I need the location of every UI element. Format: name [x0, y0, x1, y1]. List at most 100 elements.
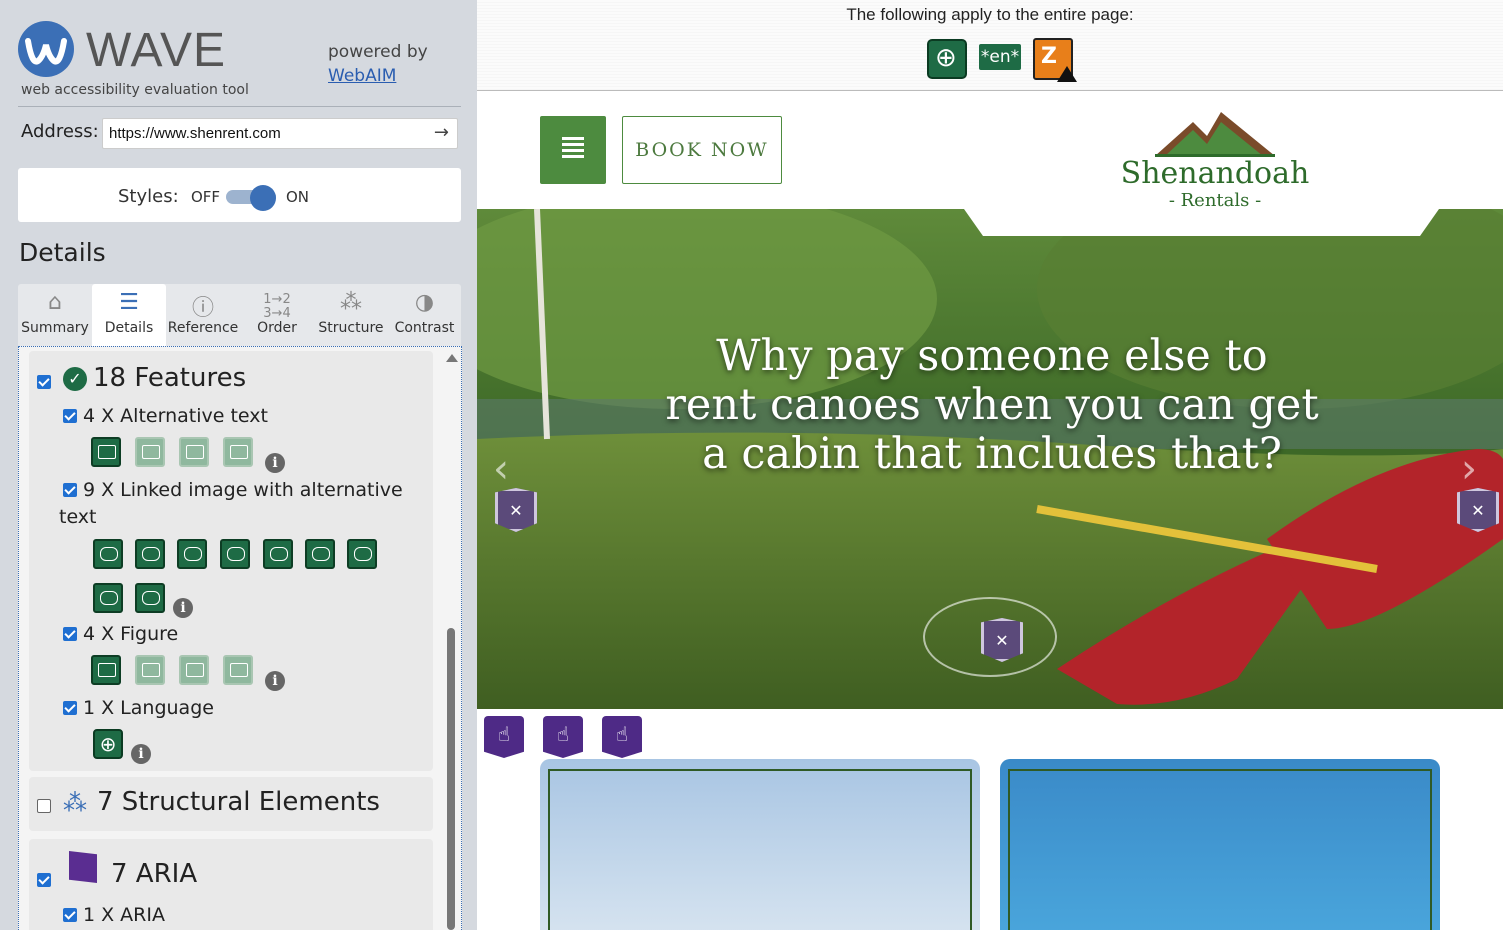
content-card-image[interactable]: [540, 759, 980, 930]
slider-prev-icon[interactable]: ‹: [493, 446, 509, 492]
mountain-logo-icon: [1155, 112, 1275, 157]
check-circle-icon: ✓: [63, 367, 87, 391]
aria-item-checkbox[interactable]: [63, 908, 77, 922]
aria-hidden-icon[interactable]: ✕: [981, 618, 1023, 662]
alt-text-icon[interactable]: [179, 437, 209, 467]
arrow-right-icon[interactable]: →: [434, 122, 449, 143]
linked-image-checkbox[interactable]: [63, 483, 77, 497]
wave-logo-icon: [18, 21, 74, 77]
tab-label: Order: [257, 320, 297, 336]
tab-contrast[interactable]: ◑ Contrast: [388, 284, 461, 346]
linked-image-icon[interactable]: [305, 539, 335, 569]
aria-checkbox[interactable]: [37, 873, 51, 887]
styles-toggle-knob[interactable]: [250, 185, 276, 211]
alt-text-icon[interactable]: [135, 437, 165, 467]
figure-icon[interactable]: [91, 655, 121, 685]
tab-label: Summary: [21, 320, 89, 336]
book-now-button[interactable]: BOOK NOW: [622, 116, 782, 184]
structural-title: 7 Structural Elements: [97, 787, 380, 817]
styles-label: Styles:: [118, 186, 179, 207]
details-panel[interactable]: ✓ 18 Features 4 X Alternative text i 9 X…: [18, 346, 462, 930]
structural-card: ⁂ 7 Structural Elements: [29, 777, 433, 831]
tab-bar: ⌂ Summary ☰ Details ⓘ Reference 1→2 3→4 O…: [18, 284, 461, 346]
hero-line: a cabin that includes that?: [702, 429, 1282, 479]
alert-icon[interactable]: Z: [1033, 38, 1077, 82]
linked-image-icon[interactable]: [220, 539, 250, 569]
info-icon[interactable]: i: [265, 671, 285, 691]
page-level-icons-bar: The following apply to the entire page: …: [477, 0, 1503, 91]
aria-hidden-icon[interactable]: ✕: [495, 488, 537, 532]
tab-structure[interactable]: ⁂ Structure: [314, 284, 388, 346]
styles-toggle-panel: Styles: OFF ON: [18, 168, 461, 222]
alt-text-icon[interactable]: [91, 437, 121, 467]
linked-image-icon[interactable]: [347, 539, 377, 569]
structural-checkbox[interactable]: [37, 799, 51, 813]
info-icon[interactable]: i: [131, 744, 151, 764]
structure-icon: ⁂: [63, 789, 87, 817]
tab-summary[interactable]: ⌂ Summary: [18, 284, 92, 346]
wave-subtitle: web accessibility evaluation tool: [21, 82, 249, 98]
scroll-up-arrow[interactable]: [446, 354, 458, 362]
styles-off-label: OFF: [191, 188, 221, 206]
linked-image-icon[interactable]: [263, 539, 293, 569]
figure-icon[interactable]: [223, 655, 253, 685]
aria-item-label: 1 X ARIA: [83, 904, 165, 926]
linked-image-icon[interactable]: [177, 539, 207, 569]
aria-hidden-icon[interactable]: ✕: [1457, 488, 1499, 532]
logo-name: Shenandoah: [1120, 156, 1310, 191]
contrast-icon: ◑: [414, 290, 435, 315]
figure-icon[interactable]: [135, 655, 165, 685]
scrollbar-thumb[interactable]: [447, 628, 455, 930]
aria-button-icon[interactable]: ☝: [543, 716, 583, 758]
hero-line: rent canoes when you can get: [665, 380, 1319, 430]
language-label: 1 X Language: [83, 697, 214, 719]
list-icon: ☰: [119, 290, 139, 315]
tab-reference[interactable]: ⓘ Reference: [166, 284, 240, 346]
alt-text-icon[interactable]: [223, 437, 253, 467]
aria-title: 7 ARIA: [111, 859, 198, 889]
page-preview: The following apply to the entire page: …: [477, 0, 1503, 930]
linked-image-label: 9 X Linked image with alternative: [83, 479, 403, 501]
features-checkbox[interactable]: [37, 375, 51, 389]
content-card-image[interactable]: [1000, 759, 1440, 930]
hero-line: Why pay someone else to: [716, 331, 1268, 381]
address-value: https://www.shenrent.com: [109, 125, 281, 142]
address-input[interactable]: https://www.shenrent.com →: [102, 118, 458, 149]
globe-icon[interactable]: ⊕: [927, 39, 967, 79]
webaim-link[interactable]: WebAIM: [328, 64, 428, 88]
globe-icon[interactable]: ⊕: [93, 729, 123, 759]
language-checkbox[interactable]: [63, 701, 77, 715]
structure-icon: ⁂: [340, 290, 362, 315]
tab-order[interactable]: 1→2 3→4 Order: [240, 284, 314, 346]
linked-image-icon[interactable]: [93, 539, 123, 569]
figure-icon[interactable]: [179, 655, 209, 685]
wave-title: WAVE: [86, 24, 227, 77]
figure-checkbox[interactable]: [63, 627, 77, 641]
linked-image-icon[interactable]: [135, 583, 165, 613]
hamburger-icon: [562, 137, 584, 140]
info-icon[interactable]: i: [173, 598, 193, 618]
linked-image-icon[interactable]: [93, 583, 123, 613]
site-header: BOOK NOW Shenandoah - Rentals -: [477, 92, 1503, 212]
tab-label: Details: [104, 320, 154, 336]
aria-button-icon[interactable]: ☝: [484, 716, 524, 758]
details-heading: Details: [19, 238, 106, 267]
home-icon: ⌂: [48, 290, 62, 315]
language-badge[interactable]: *en*: [979, 44, 1021, 70]
features-title: 18 Features: [93, 363, 247, 393]
styles-on-label: ON: [286, 188, 310, 206]
slider-next-icon[interactable]: ›: [1461, 446, 1477, 492]
header-notch: [964, 209, 1439, 236]
linked-image-label-cont: text: [59, 506, 97, 528]
tab-label: Reference: [167, 320, 239, 336]
tab-label: Structure: [318, 320, 384, 336]
order-icon: 1→2 3→4: [263, 292, 291, 321]
linked-image-icon[interactable]: [135, 539, 165, 569]
aria-button-icon[interactable]: ☝: [602, 716, 642, 758]
features-card: ✓ 18 Features 4 X Alternative text i 9 X…: [29, 351, 433, 771]
address-label: Address:: [21, 121, 99, 142]
hamburger-menu-button[interactable]: [540, 116, 606, 184]
tab-details[interactable]: ☰ Details: [92, 284, 166, 346]
alt-text-checkbox[interactable]: [63, 409, 77, 423]
info-icon[interactable]: i: [265, 453, 285, 473]
